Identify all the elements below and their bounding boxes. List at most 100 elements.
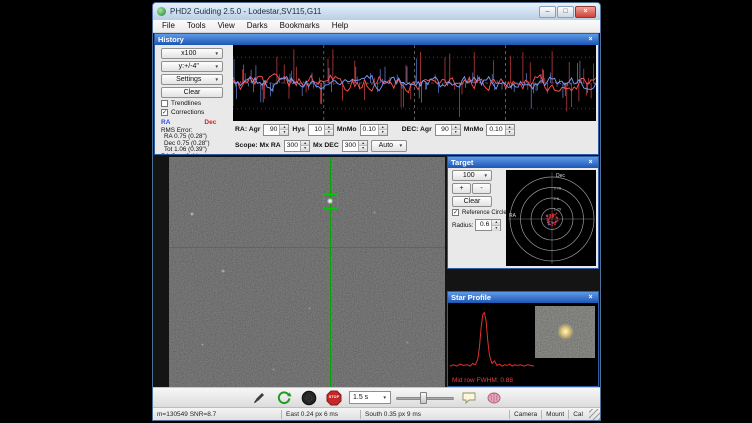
minimize-icon[interactable]: – <box>539 6 556 18</box>
target-zoom-in-button[interactable]: + <box>452 183 471 194</box>
lock-position-crosshair-vertical <box>330 157 331 387</box>
exposure-select[interactable]: 1.5 s ▼ <box>349 391 391 404</box>
camera-properties-button[interactable] <box>459 389 479 407</box>
spin-down-icon[interactable]: ▼ <box>379 129 387 135</box>
checkbox-check-icon[interactable]: ✓ <box>161 109 168 116</box>
star[interactable] <box>406 341 409 344</box>
checkbox-box[interactable] <box>161 100 168 107</box>
spinner-arrows[interactable]: ▲▼ <box>378 125 387 135</box>
menu-tools[interactable]: Tools <box>181 20 212 32</box>
history-close-icon[interactable]: × <box>586 35 595 44</box>
target-clear-button[interactable]: Clear <box>452 196 492 207</box>
guide-params-row: RA: Agr 90▲▼ Hys 10▲▼ MnMo 0.10▲▼ DEC: A… <box>235 122 598 137</box>
spinner-arrows[interactable]: ▲▼ <box>358 141 367 151</box>
corrections-checkbox[interactable]: ✓Corrections <box>161 109 233 116</box>
spin-down-icon[interactable]: ▼ <box>325 129 333 135</box>
stop-button[interactable]: STOP <box>324 389 344 407</box>
target-zoom-value: 100 <box>456 172 482 179</box>
client-area: History × x100▼ y:+/-4"▼ Settings▼ Clear… <box>153 33 600 387</box>
status-cal: Cal <box>569 411 587 418</box>
phd2-window: PHD2 Guiding 2.5.0 - Lodestar,SV115,G11 … <box>152 2 601 421</box>
target-close-icon[interactable]: × <box>586 158 595 167</box>
menu-bookmarks[interactable]: Bookmarks <box>274 20 326 32</box>
spinner-arrows[interactable]: ▲▼ <box>451 125 460 135</box>
spinner-arrows[interactable]: ▲▼ <box>279 125 288 135</box>
camera-noise <box>169 157 445 387</box>
maximize-icon[interactable]: □ <box>557 6 574 18</box>
star[interactable] <box>221 269 225 273</box>
history-clear-button[interactable]: Clear <box>161 87 223 98</box>
spinner-arrows[interactable]: ▲▼ <box>505 125 514 135</box>
spin-down-icon[interactable]: ▼ <box>359 145 367 151</box>
titlebar[interactable]: PHD2 Guiding 2.5.0 - Lodestar,SV115,G11 … <box>153 3 600 20</box>
caption-buttons: – □ × <box>539 6 596 18</box>
ra-aggression-spinner[interactable]: 90▲▼ <box>263 124 289 136</box>
menu-help[interactable]: Help <box>326 20 354 32</box>
spinner-arrows[interactable]: ▲▼ <box>300 141 309 151</box>
status-east-pulse: East 0.24 px 6 ms <box>282 411 360 418</box>
guide-button[interactable] <box>299 389 319 407</box>
spin-down-icon[interactable]: ▼ <box>301 145 309 151</box>
graph-legend: RA Dec <box>161 119 233 126</box>
brain-icon <box>486 390 502 406</box>
reference-circle-checkbox[interactable]: ✓Reference Circle <box>452 209 506 216</box>
pencil-icon <box>251 390 267 406</box>
spinner-arrows[interactable]: ▲▼ <box>324 125 333 135</box>
max-ra-duration-spinner[interactable]: 300▲▼ <box>284 140 310 152</box>
settings-button[interactable]: Settings▼ <box>161 74 223 85</box>
radius-spinner[interactable]: 0.6▲▼ <box>475 219 501 231</box>
x-scale-select[interactable]: x100▼ <box>161 48 223 59</box>
guide-star-selection-box <box>323 194 338 209</box>
loop-exposures-button[interactable] <box>274 389 294 407</box>
mx-dec-label: Mx DEC <box>313 142 339 149</box>
star[interactable] <box>373 211 376 214</box>
radius-row: Radius: 0.6▲▼ <box>452 219 506 231</box>
target-zoom-select[interactable]: 100▼ <box>452 170 492 181</box>
target-plot: 1.252.53.75DecRA <box>506 170 596 266</box>
chevron-down-icon: ▼ <box>383 395 387 400</box>
spin-down-icon[interactable]: ▼ <box>492 225 500 231</box>
star[interactable] <box>272 368 275 371</box>
dec-aggression-spinner[interactable]: 90▲▼ <box>435 124 461 136</box>
ra-mnmo-label: MnMo <box>337 126 357 133</box>
radius-label: Radius: <box>452 222 473 229</box>
star[interactable] <box>190 212 194 216</box>
svg-text:2.5: 2.5 <box>554 196 560 201</box>
advanced-settings-button[interactable] <box>484 389 504 407</box>
slider-thumb[interactable] <box>420 392 427 404</box>
ra-hysteresis-spinner[interactable]: 10▲▼ <box>308 124 334 136</box>
scope-params-row: Scope: Mx RA 300▲▼ Mx DEC 300▲▼ Auto▼ <box>235 138 598 153</box>
star-profile-close-icon[interactable]: × <box>586 293 595 302</box>
target-zoom-out-button[interactable]: - <box>472 183 491 194</box>
spinner-arrows[interactable]: ▲▼ <box>491 220 500 230</box>
trendlines-checkbox[interactable]: Trendlines <box>161 100 233 107</box>
spinner-value: 300 <box>285 141 300 151</box>
menu-file[interactable]: File <box>156 20 181 32</box>
resize-grip[interactable] <box>589 409 600 420</box>
spin-down-icon[interactable]: ▼ <box>452 129 460 135</box>
spin-down-icon[interactable]: ▼ <box>506 129 514 135</box>
checkbox-check-icon[interactable]: ✓ <box>452 209 459 216</box>
history-panel: History × x100▼ y:+/-4"▼ Settings▼ Clear… <box>154 33 599 155</box>
y-scale-select[interactable]: y:+/-4"▼ <box>161 61 223 72</box>
dec-minmove-spinner[interactable]: 0.10▲▼ <box>486 124 514 136</box>
camera-connect-button[interactable] <box>249 389 269 407</box>
gamma-slider[interactable] <box>396 391 454 405</box>
spin-down-icon[interactable]: ▼ <box>280 129 288 135</box>
history-panel-body: x100▼ y:+/-4"▼ Settings▼ Clear Trendline… <box>155 45 598 154</box>
menu-darks[interactable]: Darks <box>241 20 274 32</box>
chevron-down-icon: ▼ <box>215 64 219 69</box>
trendlines-label: Trendlines <box>171 100 201 107</box>
ra-legend[interactable]: RA <box>161 119 170 126</box>
star[interactable] <box>201 343 204 346</box>
close-icon[interactable]: × <box>575 6 596 18</box>
max-dec-duration-spinner[interactable]: 300▲▼ <box>342 140 368 152</box>
dec-legend[interactable]: Dec <box>204 119 216 126</box>
chevron-down-icon: ▼ <box>215 77 219 82</box>
menu-view[interactable]: View <box>212 20 241 32</box>
star[interactable] <box>308 307 311 310</box>
status-mount: Mount <box>542 411 568 418</box>
dec-guide-mode-select[interactable]: Auto▼ <box>371 140 407 152</box>
ra-minmove-spinner[interactable]: 0.10▲▼ <box>360 124 388 136</box>
guide-camera-view[interactable] <box>169 157 445 387</box>
